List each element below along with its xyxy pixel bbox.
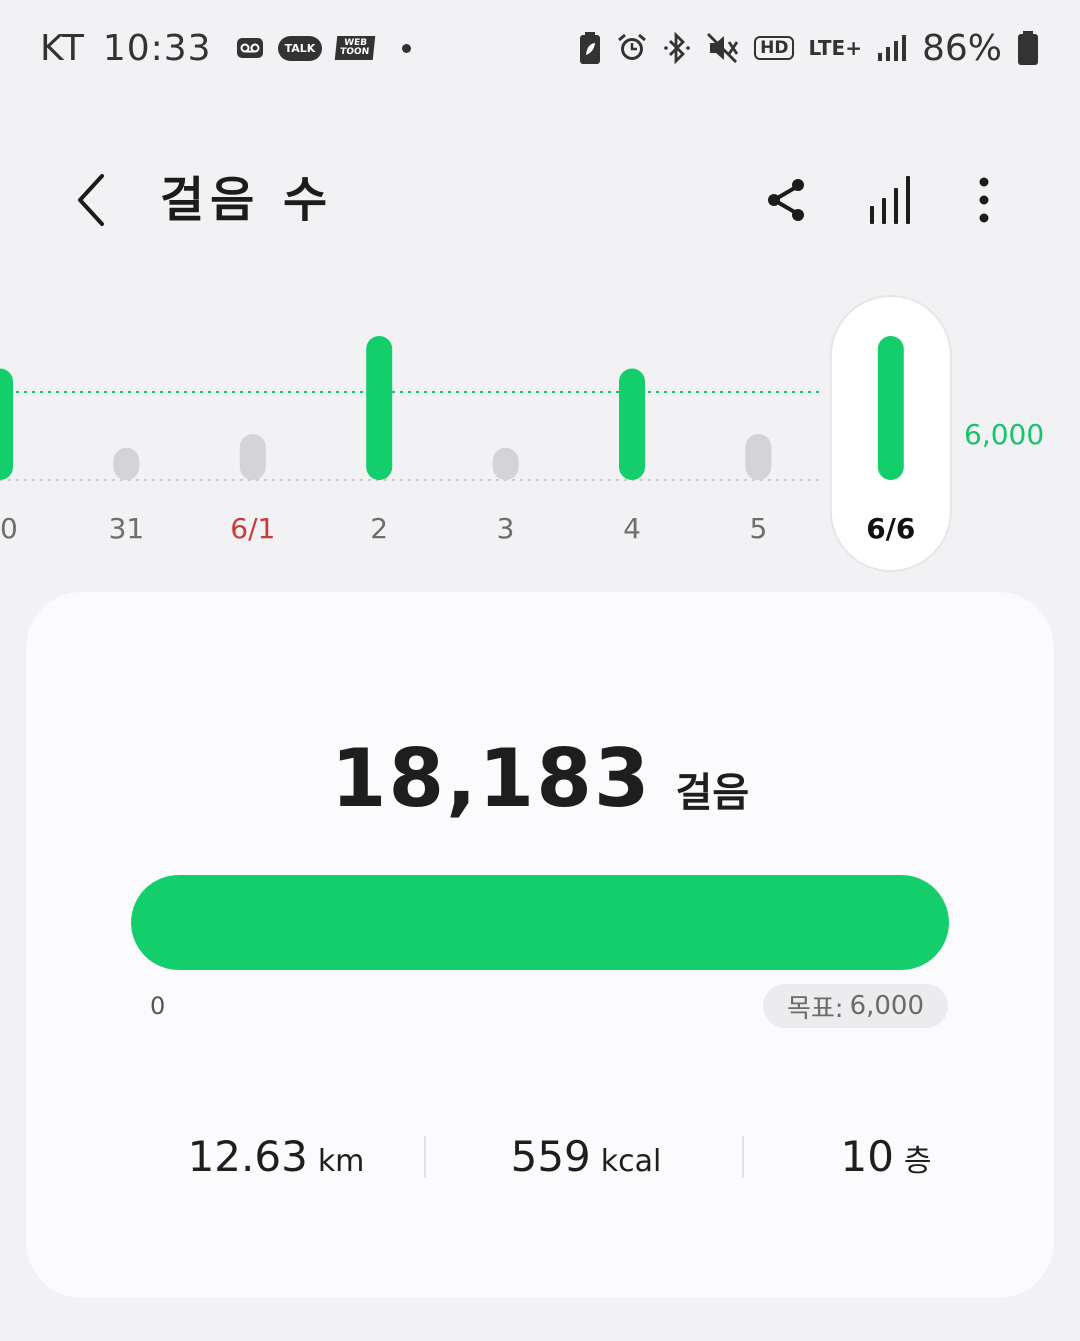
bar-chart-icon: [870, 176, 910, 224]
goal-value: 6,000: [849, 991, 925, 1021]
more-icon: [979, 177, 989, 223]
chart-bar: [366, 336, 393, 480]
steps-unit: 걸음: [675, 770, 750, 816]
battery-percent: 86%: [921, 27, 1002, 69]
battery-icon: [1016, 30, 1040, 66]
daily-steps-chart[interactable]: 30 31 6/1 2 3 4 5 6/6 6,000: [0, 290, 1080, 590]
signal-icon: [876, 33, 908, 63]
chart-bar: [0, 368, 13, 480]
calories-metric: 559 kcal: [436, 1132, 736, 1192]
status-right: HD LTE+ 86%: [578, 28, 1040, 69]
mute-icon: [706, 32, 740, 64]
hd-voice-icon: HD: [754, 35, 795, 61]
chart-x-tick-label: 3: [497, 512, 515, 545]
calories-unit: kcal: [600, 1144, 662, 1179]
chart-bar: [239, 434, 266, 480]
metric-divider: [742, 1136, 744, 1178]
chart-bar: [492, 447, 519, 480]
back-icon: [78, 174, 104, 226]
calories-value: 559: [510, 1132, 591, 1181]
steps-total: 18,183 걸음: [26, 732, 1054, 825]
metric-divider: [424, 1136, 426, 1178]
status-bar: KT 10:33 TALK WEB TOON HD LTE+ 86%: [0, 0, 1080, 96]
share-button[interactable]: [754, 168, 818, 232]
bluetooth-icon: [662, 31, 692, 65]
more-options-button[interactable]: [952, 168, 1016, 232]
voicemail-icon: [236, 37, 264, 59]
goal-progress-bar: [131, 875, 949, 970]
webtoon-icon: WEB TOON: [335, 36, 376, 60]
lte-icon: LTE+: [808, 38, 862, 58]
chart-x-tick-label: 31: [109, 512, 145, 545]
chart-bar: [619, 368, 645, 480]
distance-unit: km: [317, 1144, 365, 1179]
carrier-label: KT: [40, 27, 85, 69]
floors-value: 10: [840, 1132, 894, 1181]
goal-progress-fill: [131, 875, 949, 970]
floors-unit: 층: [903, 1144, 932, 1179]
chart-x-tick-label: 30: [0, 512, 18, 545]
progress-min-label: 0: [150, 992, 166, 1020]
app-header: 걸음 수: [0, 150, 1080, 254]
chart-x-tick-label: 6/6: [866, 512, 915, 545]
page-title: 걸음 수: [160, 172, 334, 228]
network-type-label: LTE+: [808, 36, 862, 60]
kakaotalk-icon: TALK: [277, 35, 323, 61]
back-button[interactable]: [60, 168, 124, 232]
chart-goal-label: 6,000: [964, 418, 1045, 451]
goal-prefix: 목표:: [786, 993, 844, 1024]
chart-canvas: 30 31 6/1 2 3 4 5 6/6: [0, 295, 952, 572]
status-left: KT 10:33 TALK WEB TOON: [40, 27, 412, 69]
steps-summary-card: 18,183 걸음 0 목표: 6,000 12.63 km 559 kcal …: [26, 592, 1054, 1298]
chart-bar: [877, 336, 904, 480]
chart-x-tick-label: 2: [370, 512, 388, 545]
status-clock: 10:33: [102, 27, 212, 69]
chart-bar: [113, 447, 140, 480]
trends-button[interactable]: [858, 168, 922, 232]
chart-x-tick-label: 4: [623, 512, 641, 545]
share-icon: [768, 179, 804, 221]
chart-x-tick-label: 5: [749, 512, 767, 545]
distance-value: 12.63: [187, 1132, 308, 1181]
chart-x-tick-label: 6/1: [230, 512, 275, 545]
activity-metrics: 12.63 km 559 kcal 10 층: [26, 1132, 1054, 1192]
distance-metric: 12.63 km: [126, 1132, 426, 1192]
steps-value: 18,183: [330, 732, 652, 825]
floors-metric: 10 층: [746, 1132, 1026, 1192]
chart-bar: [745, 434, 772, 480]
goal-badge[interactable]: 목표: 6,000: [763, 984, 948, 1028]
alarm-icon: [616, 32, 648, 64]
battery-saver-icon: [578, 31, 602, 65]
notification-dot: [402, 43, 412, 53]
